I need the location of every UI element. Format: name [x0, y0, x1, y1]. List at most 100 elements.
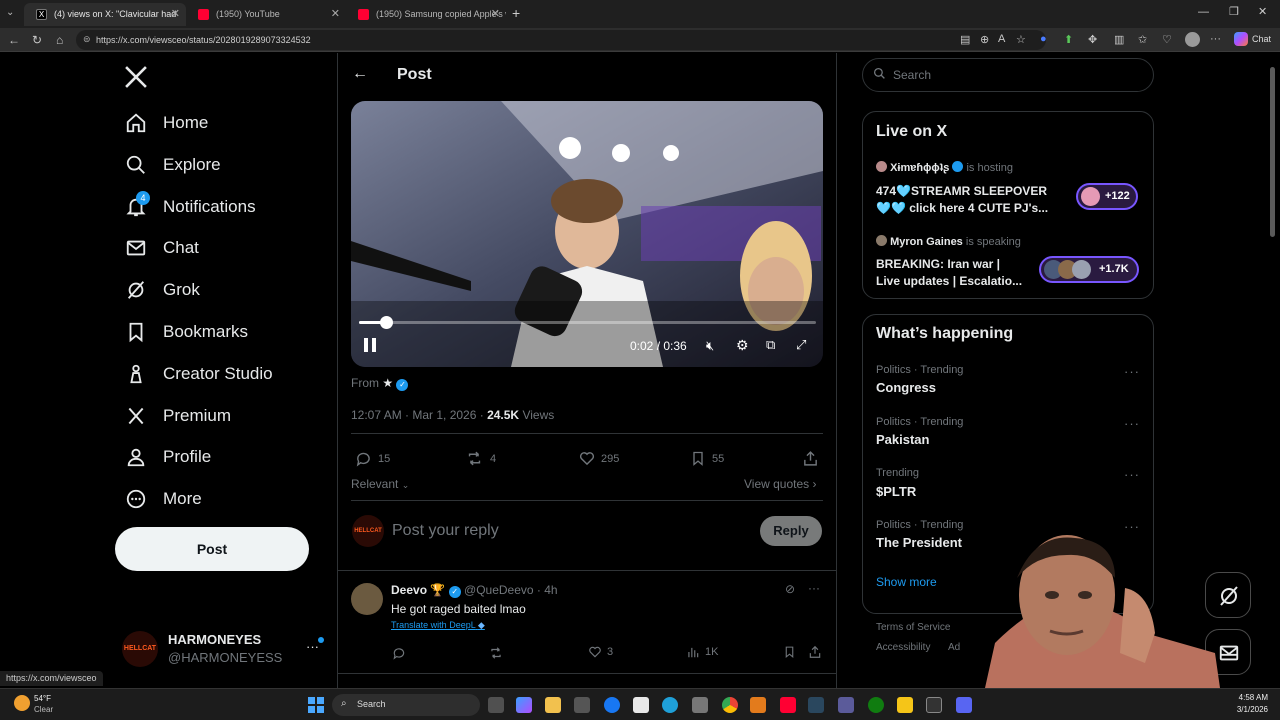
video-player[interactable]: 0:02 / 0:36 🔇︎ ⚙ ⧉ ⤢: [351, 101, 823, 367]
nav-item-creator-studio[interactable]: Creator Studio: [125, 359, 273, 389]
reply-input[interactable]: Post your reply: [392, 522, 499, 540]
url-field[interactable]: ⊜ https://x.com/viewsceo/status/20280192…: [76, 30, 1046, 50]
calculator-icon[interactable]: [692, 697, 708, 713]
post-button[interactable]: Post: [115, 527, 309, 571]
windows-start-icon[interactable]: [308, 697, 324, 718]
live-space-title[interactable]: BREAKING: Iran war | Live updates | Esca…: [876, 256, 1046, 290]
youtube-icon[interactable]: [780, 697, 796, 713]
picture-in-picture-icon[interactable]: ⧉: [766, 337, 775, 353]
reply-icon[interactable]: [392, 646, 406, 665]
minimize-icon[interactable]: —: [1198, 6, 1209, 18]
footer-link[interactable]: Accessibility: [876, 642, 930, 653]
facebook-icon[interactable]: [604, 697, 620, 713]
bookmark-action[interactable]: 55: [690, 450, 724, 467]
xbox-icon[interactable]: [868, 697, 884, 713]
amazon-icon[interactable]: [633, 697, 649, 713]
taskbar-search[interactable]: ⌕ Search: [332, 694, 480, 716]
restore-icon[interactable]: ❐: [1229, 5, 1239, 18]
grok-icon[interactable]: ⊘: [785, 582, 795, 596]
nav-item-home[interactable]: Home: [125, 108, 208, 138]
repost-icon[interactable]: [488, 646, 504, 665]
nav-item-grok[interactable]: Grok: [125, 275, 200, 305]
browser-menu-icon[interactable]: ···: [1210, 33, 1221, 45]
pause-icon[interactable]: [363, 337, 377, 358]
favorite-star-icon[interactable]: ☆: [1016, 33, 1026, 46]
live-space-title[interactable]: 474🩵STREAMR SLEEPOVER 🩵🩵 click here 4 CU…: [876, 183, 1066, 217]
reply-views[interactable]: 1K: [686, 645, 718, 659]
x-logo-icon[interactable]: [124, 65, 148, 89]
copilot-label[interactable]: Chat: [1252, 34, 1271, 44]
task-view-icon[interactable]: [488, 697, 504, 713]
trend-name[interactable]: $PLTR: [876, 484, 916, 499]
new-tab-icon[interactable]: +: [512, 5, 520, 21]
reply-author-name[interactable]: Deevo: [391, 583, 427, 597]
weather-temp[interactable]: 54°F: [34, 694, 51, 703]
refresh-icon[interactable]: ↻: [32, 33, 42, 47]
app-3-icon[interactable]: [926, 697, 942, 713]
nav-item-profile[interactable]: Profile: [125, 442, 211, 472]
window-close-icon[interactable]: ✕: [1258, 5, 1267, 18]
extension-2-icon[interactable]: ⬆: [1064, 33, 1073, 46]
reader-icon[interactable]: ▤: [960, 33, 970, 46]
trend-more-icon[interactable]: ···: [1124, 416, 1140, 431]
trend-name[interactable]: Pakistan: [876, 432, 929, 447]
footer-link[interactable]: Terms of Service: [876, 622, 950, 633]
zoom-icon[interactable]: ⊕: [980, 33, 989, 46]
tab-youtube-2[interactable]: (1950) Samsung copied Apple's w ✕: [346, 3, 506, 26]
weather-icon[interactable]: [14, 695, 30, 711]
split-screen-icon[interactable]: ▥: [1114, 33, 1124, 46]
back-arrow-icon[interactable]: ←: [352, 65, 368, 83]
reply-button[interactable]: Reply: [760, 516, 822, 546]
avatar[interactable]: [351, 583, 383, 615]
read-aloud-icon[interactable]: A: [998, 33, 1005, 45]
app-4-icon[interactable]: [956, 697, 972, 713]
file-explorer-icon[interactable]: [545, 697, 561, 713]
like-action[interactable]: 295: [578, 450, 619, 467]
close-icon[interactable]: ✕: [171, 7, 180, 20]
app-2-icon[interactable]: [897, 697, 913, 713]
show-more-link[interactable]: Show more: [876, 575, 937, 589]
taskbar-time[interactable]: 4:58 AM: [1222, 693, 1268, 702]
post-timestamp[interactable]: 12:07 AM · Mar 1, 2026 ·: [351, 408, 484, 422]
extension-icon[interactable]: ●: [1040, 33, 1047, 45]
extensions-puzzle-icon[interactable]: ✥: [1088, 33, 1097, 46]
close-icon[interactable]: ✕: [331, 7, 340, 20]
live-host-row[interactable]: Myron Gaines is speaking: [876, 235, 1021, 248]
back-icon[interactable]: ←: [8, 33, 20, 47]
scrollbar-thumb[interactable]: [1270, 67, 1275, 237]
footer-link[interactable]: Ad: [948, 642, 960, 653]
trend-more-icon[interactable]: ···: [1124, 519, 1140, 534]
tab-youtube[interactable]: (1950) YouTube ✕: [186, 3, 346, 26]
vlc-icon[interactable]: [750, 697, 766, 713]
edge-icon[interactable]: [662, 697, 678, 713]
browser-essentials-icon[interactable]: ♡: [1162, 33, 1172, 46]
trend-more-icon[interactable]: ···: [1124, 364, 1140, 379]
live-listeners-pill[interactable]: +122: [1076, 183, 1138, 210]
reply-sort-dropdown[interactable]: Relevant ⌄: [351, 477, 409, 491]
copilot-icon[interactable]: [1234, 32, 1248, 46]
site-info-icon[interactable]: ⊜: [83, 34, 91, 45]
close-icon[interactable]: ✕: [491, 7, 500, 20]
profile-avatar[interactable]: [1185, 32, 1200, 47]
mute-icon[interactable]: 🔇︎: [706, 338, 714, 354]
steam-icon[interactable]: [808, 697, 824, 713]
nav-item-more[interactable]: More: [125, 484, 202, 514]
nav-item-bookmarks[interactable]: Bookmarks: [125, 317, 248, 347]
share-icon[interactable]: [808, 645, 822, 664]
search-input[interactable]: Search: [862, 58, 1154, 92]
account-switcher[interactable]: HELLCAT HARMONEYES @HARMONEYESS ···: [122, 625, 332, 673]
trend-name[interactable]: Congress: [876, 380, 936, 395]
video-scrubber[interactable]: [359, 316, 816, 329]
settings-gear-icon[interactable]: ⚙: [736, 337, 749, 354]
bookmark-icon[interactable]: [783, 645, 796, 664]
view-quotes-link[interactable]: View quotes ›: [744, 477, 817, 491]
reply-more-icon[interactable]: ···: [808, 581, 820, 595]
trend-name[interactable]: The President: [876, 535, 962, 550]
repost-action[interactable]: 4: [465, 450, 496, 467]
favorites-icon[interactable]: ✩: [1138, 33, 1147, 46]
share-icon[interactable]: [802, 450, 819, 472]
reply-author-handle[interactable]: @QueDeevo: [464, 583, 534, 597]
chrome-icon[interactable]: [722, 697, 738, 713]
live-listeners-pill[interactable]: +1.7K: [1039, 256, 1139, 283]
trend-more-icon[interactable]: ···: [1124, 467, 1140, 482]
